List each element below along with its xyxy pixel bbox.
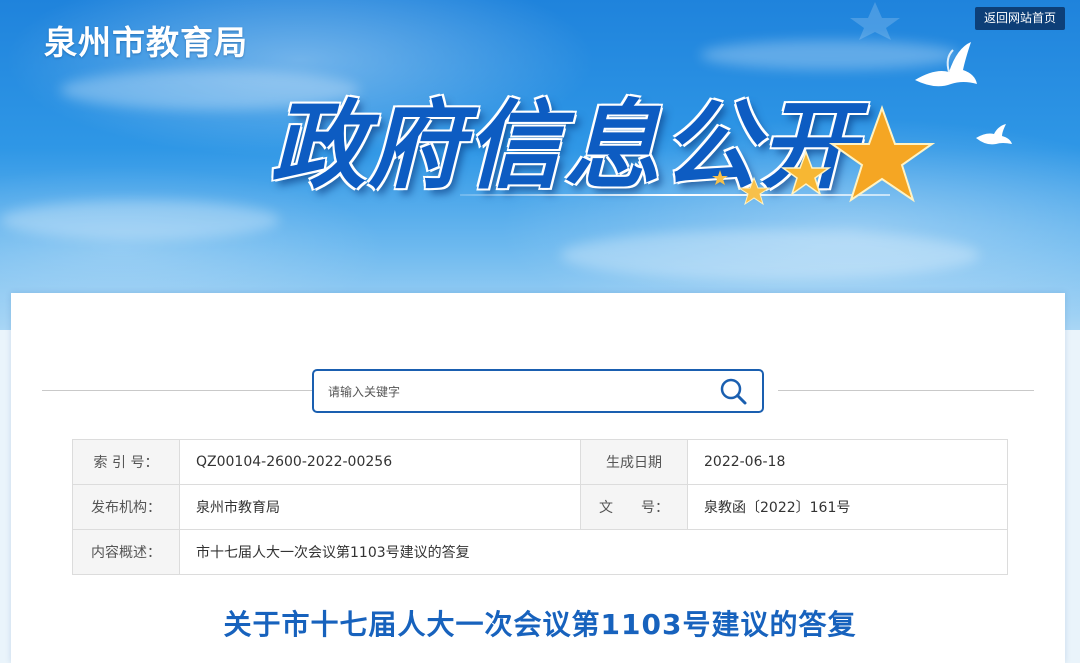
date-label: 生成日期 bbox=[580, 439, 688, 485]
doc-number-label: 文 号： bbox=[580, 484, 688, 530]
document-meta-table: 索 引 号： QZ00104-2600-2022-00256 生成日期 2022… bbox=[72, 439, 1008, 575]
publisher-label: 发布机构： bbox=[72, 484, 180, 530]
divider-line bbox=[778, 390, 1034, 391]
stars-icon bbox=[712, 105, 936, 206]
table-row: 索 引 号： QZ00104-2600-2022-00256 生成日期 2022… bbox=[72, 439, 1008, 485]
summary-value: 市十七届人大一次会议第1103号建议的答复 bbox=[179, 529, 1008, 575]
search-button[interactable] bbox=[718, 376, 750, 406]
search-icon bbox=[720, 378, 747, 405]
table-row: 发布机构： 泉州市教育局 文 号： 泉教函〔2022〕161号 bbox=[72, 484, 1008, 530]
index-value: QZ00104-2600-2022-00256 bbox=[179, 439, 581, 485]
index-label: 索 引 号： bbox=[72, 439, 180, 485]
divider-line bbox=[42, 390, 312, 391]
table-row: 内容概述： 市十七届人大一次会议第1103号建议的答复 bbox=[72, 529, 1008, 575]
emblem-icon bbox=[850, 2, 900, 40]
search-box bbox=[312, 369, 764, 413]
header-banner: 泉州市教育局 返回网站首页 政府信息公开 bbox=[0, 0, 1080, 330]
home-link-button[interactable]: 返回网站首页 bbox=[975, 7, 1065, 30]
search-input[interactable] bbox=[326, 371, 710, 413]
site-name[interactable]: 泉州市教育局 bbox=[44, 16, 248, 64]
doc-number-value: 泉教函〔2022〕161号 bbox=[687, 484, 1008, 530]
publisher-value: 泉州市教育局 bbox=[179, 484, 581, 530]
dove-icon bbox=[915, 42, 977, 87]
document-title: 关于市十七届人大一次会议第1103号建议的答复 bbox=[223, 608, 857, 641]
dove-icon bbox=[976, 124, 1012, 145]
cloud-decoration bbox=[560, 230, 980, 280]
summary-label: 内容概述： bbox=[72, 529, 180, 575]
date-value: 2022-06-18 bbox=[687, 439, 1008, 485]
cloud-decoration bbox=[0, 200, 280, 240]
